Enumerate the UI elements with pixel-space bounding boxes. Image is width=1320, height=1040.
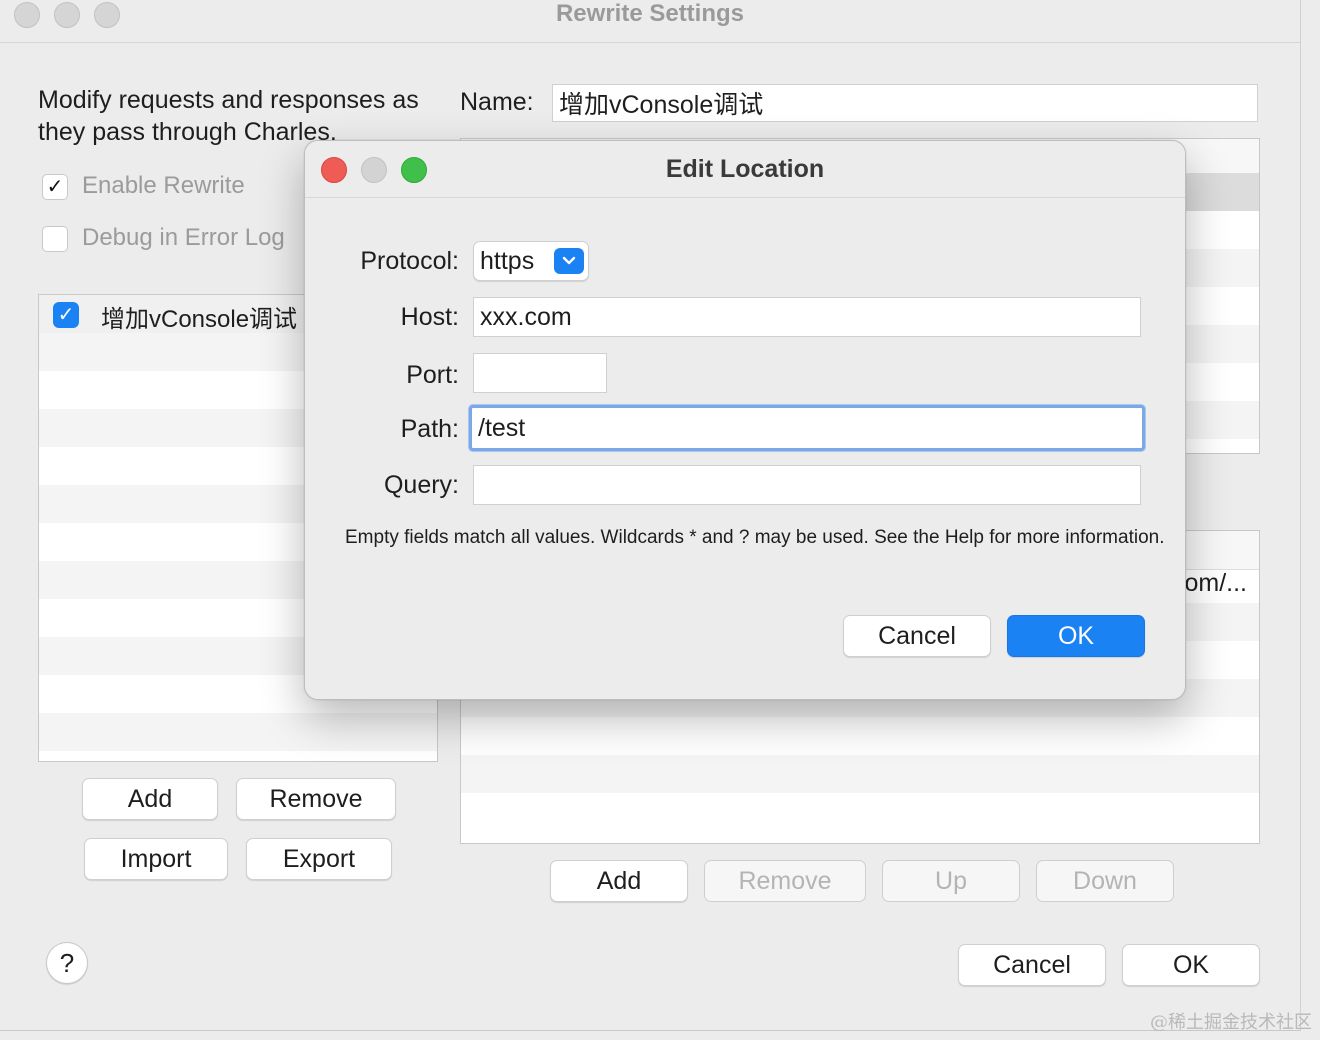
debug-error-log-checkbox[interactable] bbox=[42, 226, 68, 252]
host-input[interactable]: xxx.com bbox=[473, 297, 1141, 337]
edit-location-dialog: Edit Location Protocol: https Host: xxx.… bbox=[304, 140, 1186, 700]
list-item-label: 增加vConsole调试 bbox=[101, 306, 298, 333]
protocol-label: Protocol: bbox=[360, 247, 459, 275]
path-input[interactable]: /test bbox=[469, 405, 1145, 451]
protocol-select[interactable]: https bbox=[473, 241, 589, 281]
window-title: Rewrite Settings bbox=[555, 0, 745, 27]
help-button[interactable]: ? bbox=[46, 942, 88, 984]
checkmark-icon: ✓ bbox=[46, 176, 64, 198]
query-input[interactable] bbox=[473, 465, 1141, 505]
debug-error-log-label: Debug in Error Log bbox=[82, 224, 285, 251]
settings-cancel-button[interactable]: Cancel bbox=[958, 944, 1106, 986]
sets-export-button[interactable]: Export bbox=[246, 838, 392, 880]
settings-ok-button[interactable]: OK bbox=[1122, 944, 1260, 986]
dialog-cancel-button[interactable]: Cancel bbox=[843, 615, 991, 657]
sets-add-button[interactable]: Add bbox=[82, 778, 218, 820]
sets-remove-button[interactable]: Remove bbox=[236, 778, 396, 820]
name-input[interactable]: 增加vConsole调试 bbox=[552, 84, 1258, 122]
rules-remove-button[interactable]: Remove bbox=[704, 860, 866, 902]
description-text: Modify requests and responses as they pa… bbox=[38, 86, 419, 146]
list-row-empty bbox=[39, 713, 437, 751]
checkbox-checked-icon[interactable]: ✓ bbox=[53, 302, 79, 328]
table-row bbox=[461, 755, 1259, 793]
dialog-title: Edit Location bbox=[665, 155, 825, 183]
dialog-titlebar: Edit Location bbox=[305, 141, 1185, 198]
protocol-value: https bbox=[480, 247, 535, 275]
watermark: @稀土掘金技术社区 bbox=[1150, 1012, 1312, 1033]
path-label: Path: bbox=[400, 415, 459, 443]
port-input[interactable] bbox=[473, 353, 607, 393]
name-label: Name: bbox=[460, 88, 534, 116]
chevron-down-icon bbox=[554, 248, 584, 274]
sets-import-button[interactable]: Import bbox=[84, 838, 228, 880]
rules-down-button[interactable]: Down bbox=[1036, 860, 1174, 902]
help-note: Empty fields match all values. Wildcards… bbox=[345, 527, 1165, 548]
rules-add-button[interactable]: Add bbox=[550, 860, 688, 902]
rules-up-button[interactable]: Up bbox=[882, 860, 1020, 902]
dialog-ok-button[interactable]: OK bbox=[1007, 615, 1145, 657]
window-titlebar: Rewrite Settings bbox=[0, 0, 1300, 43]
query-label: Query: bbox=[383, 471, 459, 499]
rule-truncated-text: om/... bbox=[1184, 569, 1247, 597]
enable-rewrite-label: Enable Rewrite bbox=[82, 172, 245, 199]
enable-rewrite-checkbox[interactable]: ✓ bbox=[42, 174, 68, 200]
host-label: Host: bbox=[400, 303, 459, 331]
port-label: Port: bbox=[406, 361, 459, 389]
